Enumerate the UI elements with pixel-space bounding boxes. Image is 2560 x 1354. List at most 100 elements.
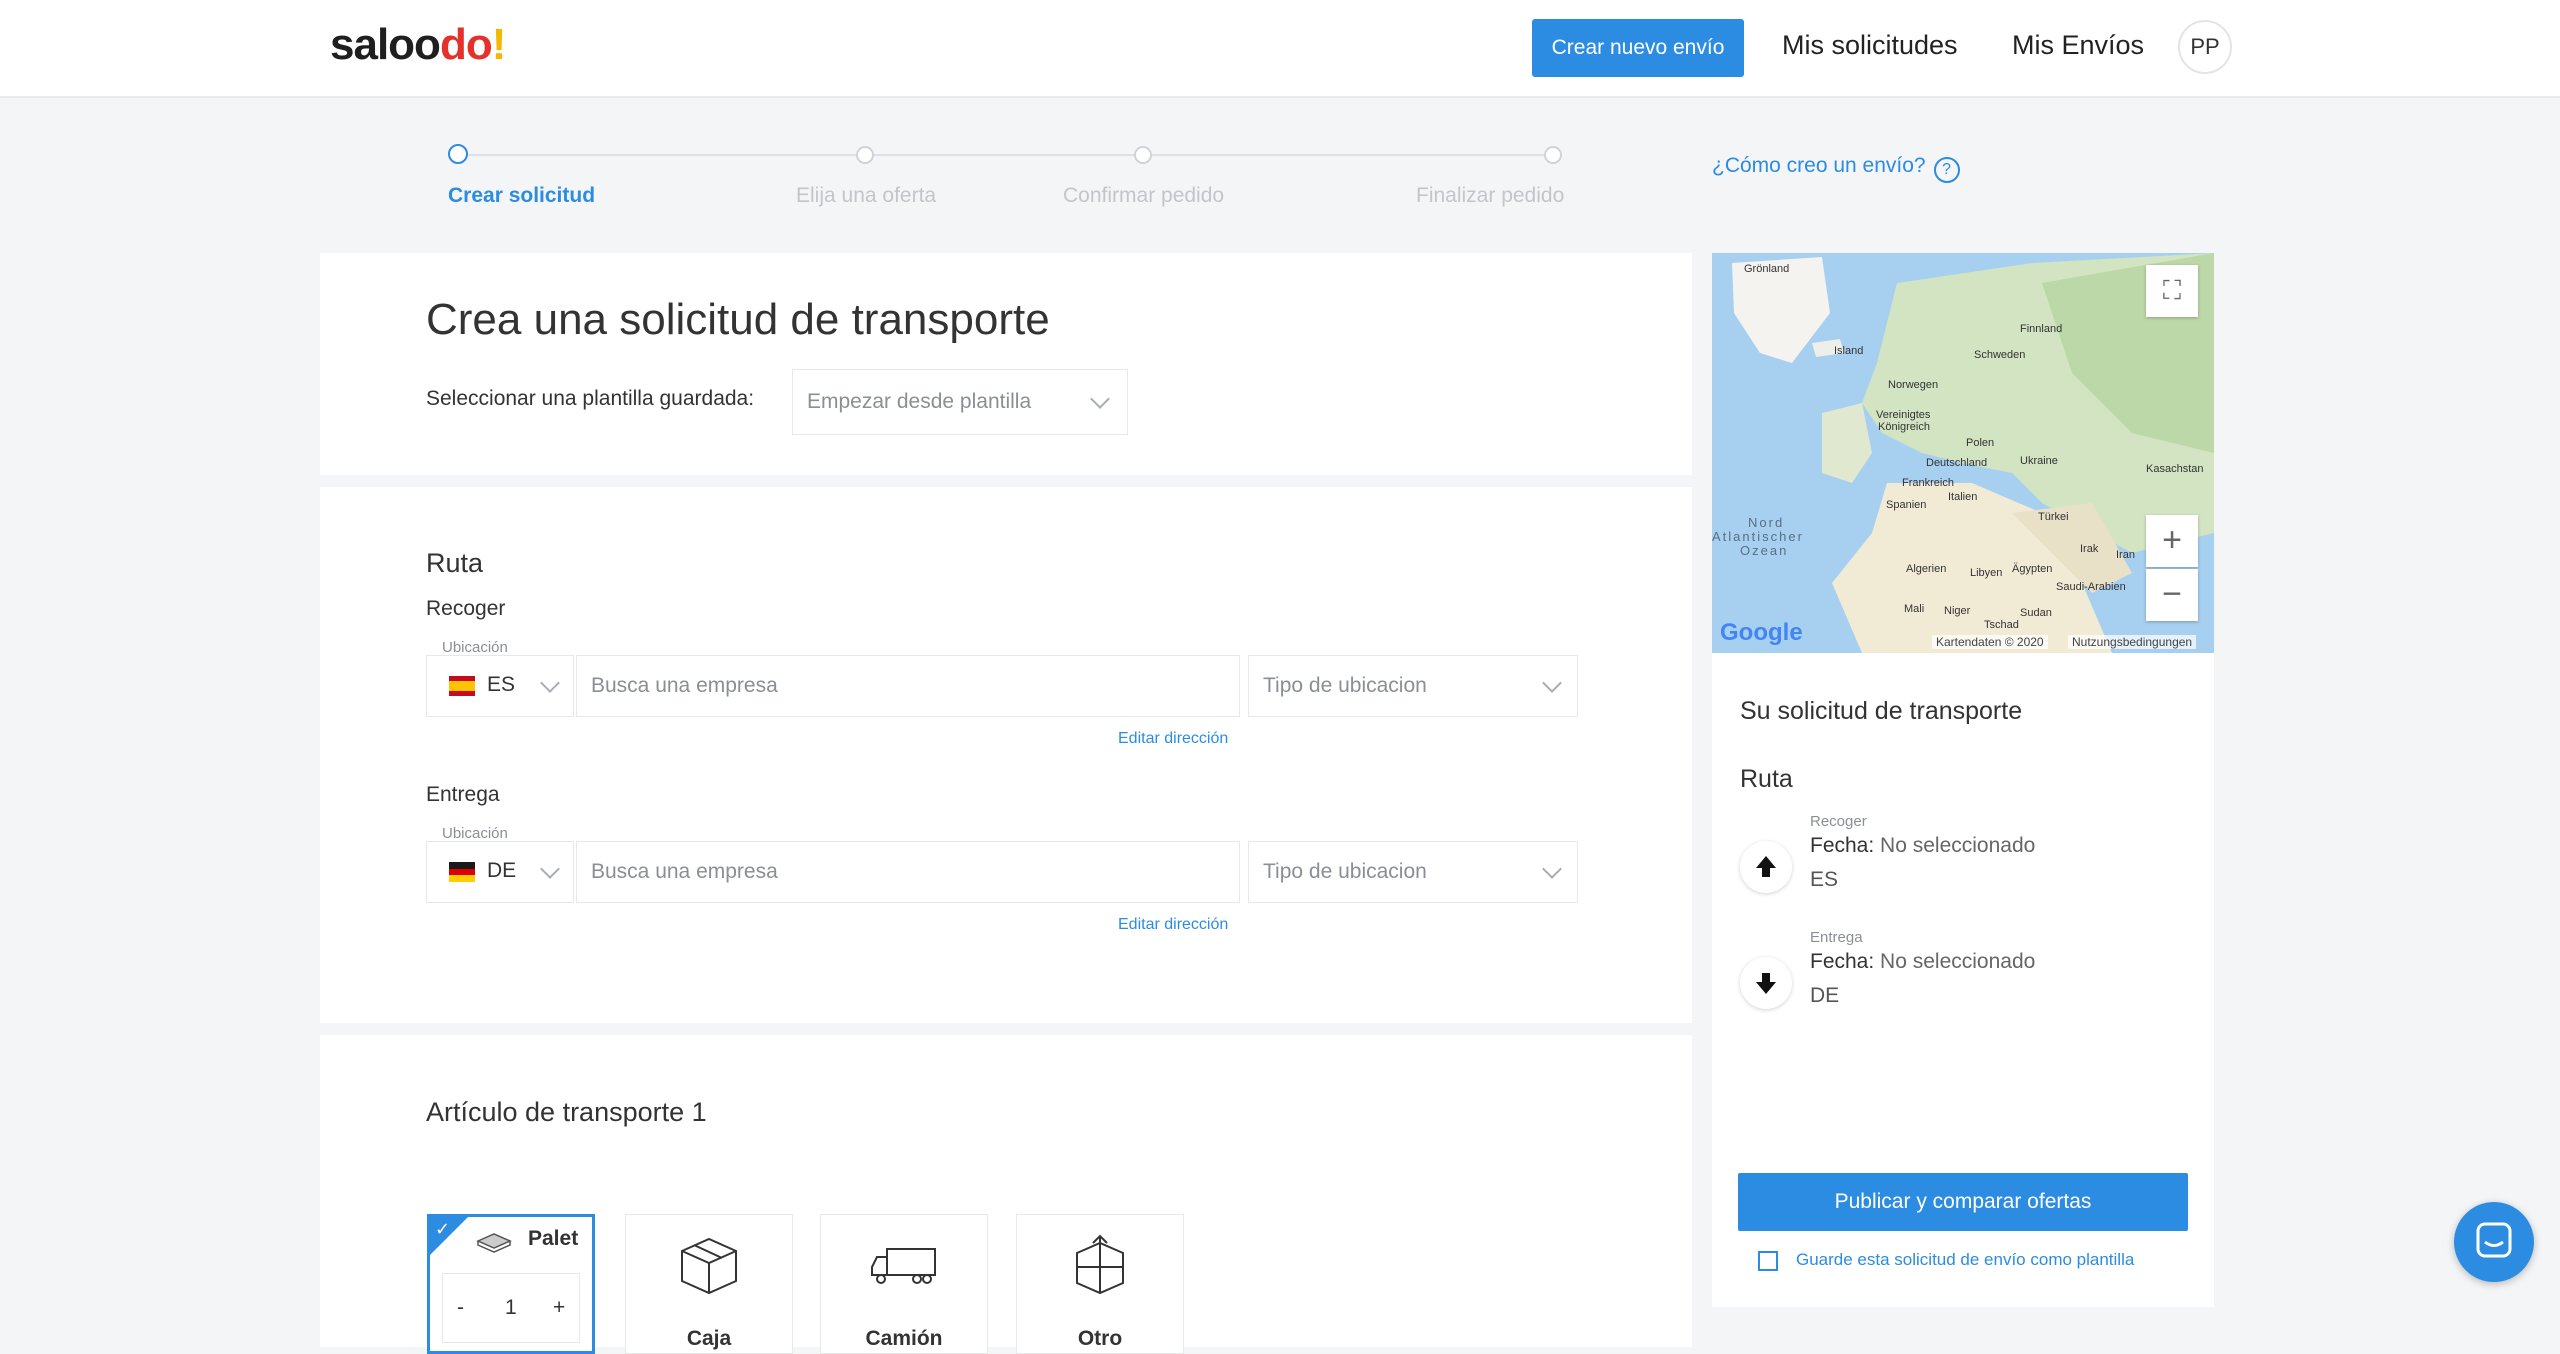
summary-pickup: Recoger Fecha: No seleccionado ES: [1810, 813, 2035, 892]
map-label-ukraine: Ukraine: [2020, 455, 2058, 467]
map-label-norway: Norwegen: [1888, 379, 1939, 391]
template-select-label: Seleccionar una plantilla guardada:: [426, 387, 755, 410]
map-label-ocean-1: Nord: [1748, 515, 1785, 530]
pickup-label: Recoger: [426, 597, 506, 620]
germany-flag-icon: [449, 862, 475, 882]
help-link-label: ¿Cómo creo un envío?: [1712, 154, 1926, 177]
map-label-spain: Spanien: [1886, 499, 1927, 511]
question-icon: ?: [1933, 157, 1960, 183]
help-link[interactable]: ¿Cómo creo un envío??: [1712, 154, 1960, 183]
step-dot-4: [1544, 146, 1562, 164]
map-terms-link[interactable]: Nutzungsbedingungen: [2068, 635, 2197, 649]
delivery-country-select[interactable]: DE: [426, 841, 574, 903]
map-label-uk-1: Vereinigtes: [1876, 409, 1931, 421]
step-label-offer: Elija una oferta: [796, 184, 937, 207]
item-type-pallet[interactable]: ✓ Palet - 1 +: [427, 1214, 595, 1354]
pickup-edit-address-link[interactable]: Editar dirección: [1118, 730, 1228, 748]
nav-my-requests[interactable]: Mis solicitudes: [1782, 30, 1958, 61]
pickup-stop-icon: [1740, 841, 1792, 893]
delivery-stop-icon: [1740, 957, 1792, 1009]
map-label-italy: Italien: [1948, 491, 1978, 503]
pallet-icon: [476, 1233, 512, 1253]
map-label-algeria: Algerien: [1906, 563, 1947, 575]
summary-pickup-date: Fecha: No seleccionado: [1810, 834, 2035, 858]
item-type-truck-label: Camión: [865, 1327, 943, 1350]
map-label-chad: Tschad: [1984, 619, 2019, 631]
item-type-other[interactable]: Otro: [1016, 1214, 1184, 1354]
delivery-label: Entrega: [426, 783, 500, 806]
check-icon: ✓: [435, 1219, 451, 1239]
pickup-location-type-select[interactable]: Tipo de ubicacion: [1248, 655, 1578, 717]
fullscreen-icon[interactable]: ⛶: [2146, 265, 2198, 317]
delivery-location-type-value: Tipo de ubicacion: [1263, 860, 1427, 883]
chevron-down-icon: [1542, 859, 1562, 879]
map-label-saudi-arabia: Saudi-Arabien: [2056, 581, 2126, 593]
page-title: Crea una solicitud de transporte: [426, 295, 1050, 344]
nav-my-shipments[interactable]: Mis Envíos: [2012, 30, 2144, 61]
chevron-down-icon: [1090, 389, 1110, 409]
saloodo-logo[interactable]: saloodo!: [330, 20, 507, 70]
create-new-shipment-button[interactable]: Crear nuevo envío: [1532, 19, 1744, 77]
top-header: saloodo! Crear nuevo envío Mis solicitud…: [0, 0, 2560, 98]
step-label-confirm: Confirmar pedido: [1063, 184, 1225, 207]
delivery-location-type-select[interactable]: Tipo de ubicacion: [1248, 841, 1578, 903]
map-label-greenland: Grönland: [1744, 263, 1790, 275]
map-label-iraq: Irak: [2080, 543, 2099, 555]
quantity-minus-button[interactable]: -: [457, 1296, 464, 1320]
chevron-down-icon: [1542, 673, 1562, 693]
map-label-iran: Iran: [2116, 549, 2135, 561]
map-land-shapes: [1732, 253, 2214, 653]
zoom-in-button[interactable]: +: [2146, 515, 2198, 567]
delivery-edit-address-link[interactable]: Editar dirección: [1118, 916, 1228, 934]
pickup-company-search[interactable]: [576, 655, 1240, 717]
step-dot-2: [856, 146, 874, 164]
map-label-turkey: Türkei: [2038, 511, 2069, 523]
map-label-egypt: Ägypten: [2012, 563, 2053, 575]
publish-compare-offers-button[interactable]: Publicar y comparar ofertas: [1738, 1173, 2188, 1231]
summary-pickup-label: Recoger: [1810, 813, 1867, 830]
pickup-location-type-value: Tipo de ubicacion: [1263, 674, 1427, 697]
logo-text-4: !: [491, 20, 507, 69]
user-avatar[interactable]: PP: [2178, 20, 2232, 74]
summary-delivery: Entrega Fecha: No seleccionado DE: [1810, 929, 2035, 1008]
truck-icon: [871, 1248, 936, 1284]
map-label-france: Frankreich: [1902, 477, 1954, 489]
map-label-finland: Finnland: [2020, 323, 2063, 335]
map-label-sudan: Sudan: [2020, 607, 2052, 619]
map-attribution: Kartendaten © 2020: [1932, 635, 2048, 649]
save-template-checkbox[interactable]: [1758, 1251, 1778, 1271]
map-label-germany: Deutschland: [1926, 457, 1988, 469]
chevron-down-icon: [540, 673, 560, 693]
summary-delivery-label: Entrega: [1810, 929, 1863, 946]
map-label-uk-2: Königreich: [1878, 421, 1930, 433]
quantity-value[interactable]: 1: [505, 1296, 517, 1320]
delivery-country-code: DE: [487, 859, 517, 882]
item-type-truck[interactable]: Camión: [820, 1214, 988, 1354]
map-label-libya: Libyen: [1970, 567, 2003, 579]
logo-text-2: oo: [388, 20, 441, 69]
item-type-pallet-label: Palet: [528, 1227, 579, 1250]
item-type-box[interactable]: Caja: [625, 1214, 793, 1354]
template-select[interactable]: Empezar desde plantilla: [792, 369, 1128, 435]
template-card: Crea una solicitud de transporte Selecci…: [320, 253, 1692, 475]
step-dot-1: [448, 144, 468, 164]
route-title: Ruta: [426, 548, 484, 578]
route-map[interactable]: Grönland Island Finnland Schweden Norweg…: [1712, 253, 2214, 653]
map-label-niger: Niger: [1944, 605, 1971, 617]
delivery-company-search[interactable]: [576, 841, 1240, 903]
summary-delivery-country: DE: [1810, 984, 1840, 1007]
summary-delivery-date-value: No seleccionado: [1880, 950, 2036, 973]
logo-text-1: sal: [330, 20, 389, 69]
pickup-country-select[interactable]: ES: [426, 655, 574, 717]
summary-pickup-country: ES: [1810, 868, 1839, 891]
logo-text-3: do: [439, 20, 493, 69]
map-label-kazakhstan: Kasachstan: [2146, 463, 2204, 475]
chevron-down-icon: [540, 859, 560, 879]
chat-support-button[interactable]: [2454, 1202, 2534, 1282]
quantity-plus-button[interactable]: +: [553, 1296, 565, 1320]
summary-title: Su solicitud de transporte: [1740, 697, 2023, 725]
zoom-out-button[interactable]: −: [2146, 569, 2198, 621]
save-template-label[interactable]: Guarde esta solicitud de envío como plan…: [1796, 1250, 2134, 1270]
box-icon: [681, 1237, 737, 1295]
pickup-country-code: ES: [487, 673, 516, 696]
